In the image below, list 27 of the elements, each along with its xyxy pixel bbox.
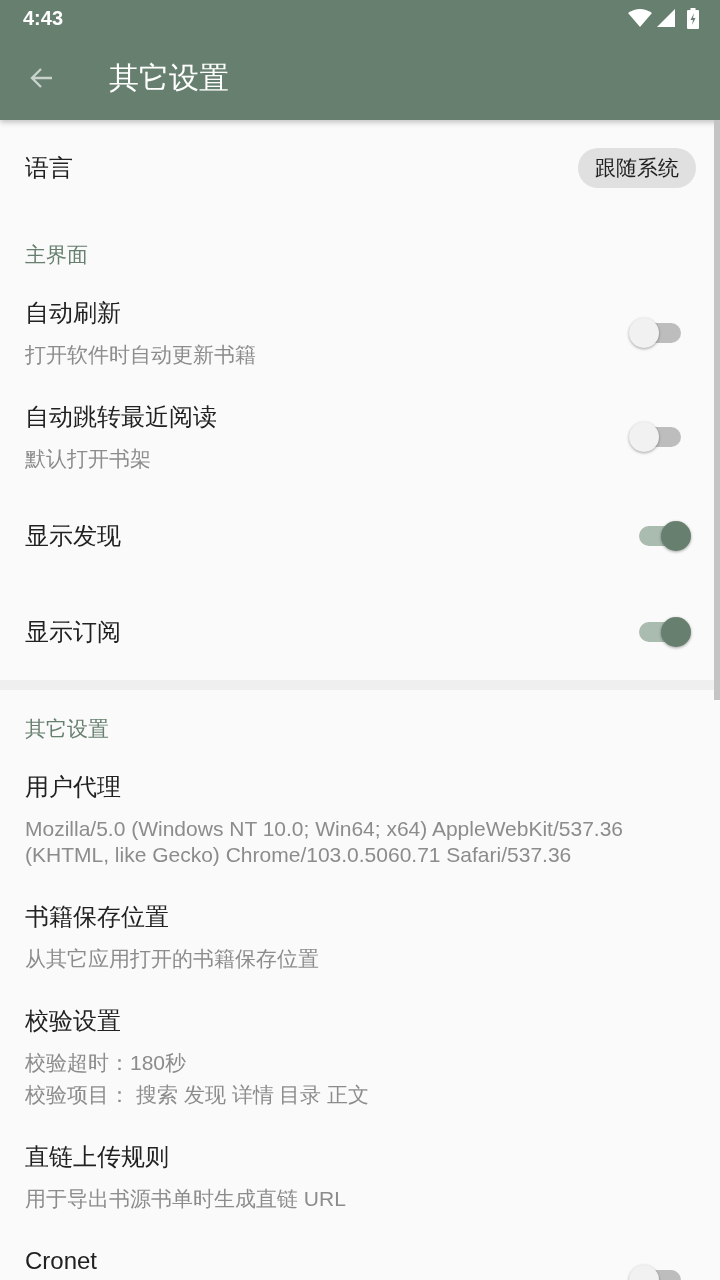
back-button[interactable]	[30, 66, 54, 90]
setting-title: 语言	[25, 153, 73, 183]
setting-title: 用户代理	[25, 772, 122, 802]
setting-summary: 打开软件时自动更新书籍	[25, 342, 257, 368]
battery-charging-icon	[687, 7, 699, 29]
back-arrow-icon	[30, 66, 54, 90]
setting-title: Cronet	[25, 1246, 99, 1276]
setting-summary: 用于导出书源书单时生成直链 URL	[25, 1186, 347, 1212]
setting-title: 直链上传规则	[25, 1142, 170, 1172]
setting-title: 自动跳转最近阅读	[25, 402, 218, 432]
setting-summary: 默认打开书架	[25, 446, 152, 472]
setting-title: 自动刷新	[25, 298, 122, 328]
setting-title: 显示订阅	[25, 617, 122, 647]
setting-summary: 校验项目： 搜索 发现 详情 目录 正文	[25, 1082, 371, 1108]
category-header: 其它设置	[25, 716, 110, 742]
setting-summary: Mozilla/5.0 (Windows NT 10.0; Win64; x64) AppleWebKit/537.36 (KHTML, like Gecko) Chrome/103.0.5060.71 Safari/537.36	[25, 816, 625, 868]
setting-title: 校验设置	[25, 1006, 122, 1036]
setting-title: 显示发现	[25, 521, 122, 551]
language-chip[interactable]: 跟随系统	[578, 148, 696, 188]
setting-summary: 从其它应用打开的书籍保存位置	[25, 946, 320, 972]
category-header: 主界面	[25, 242, 89, 268]
setting-summary: 校验超时：180秒	[25, 1050, 188, 1076]
signal-icon	[657, 9, 675, 27]
page-title: 其它设置	[109, 60, 229, 96]
status-time: 4:43	[23, 6, 64, 30]
wifi-icon	[628, 9, 652, 27]
setting-title: 书籍保存位置	[25, 902, 170, 932]
